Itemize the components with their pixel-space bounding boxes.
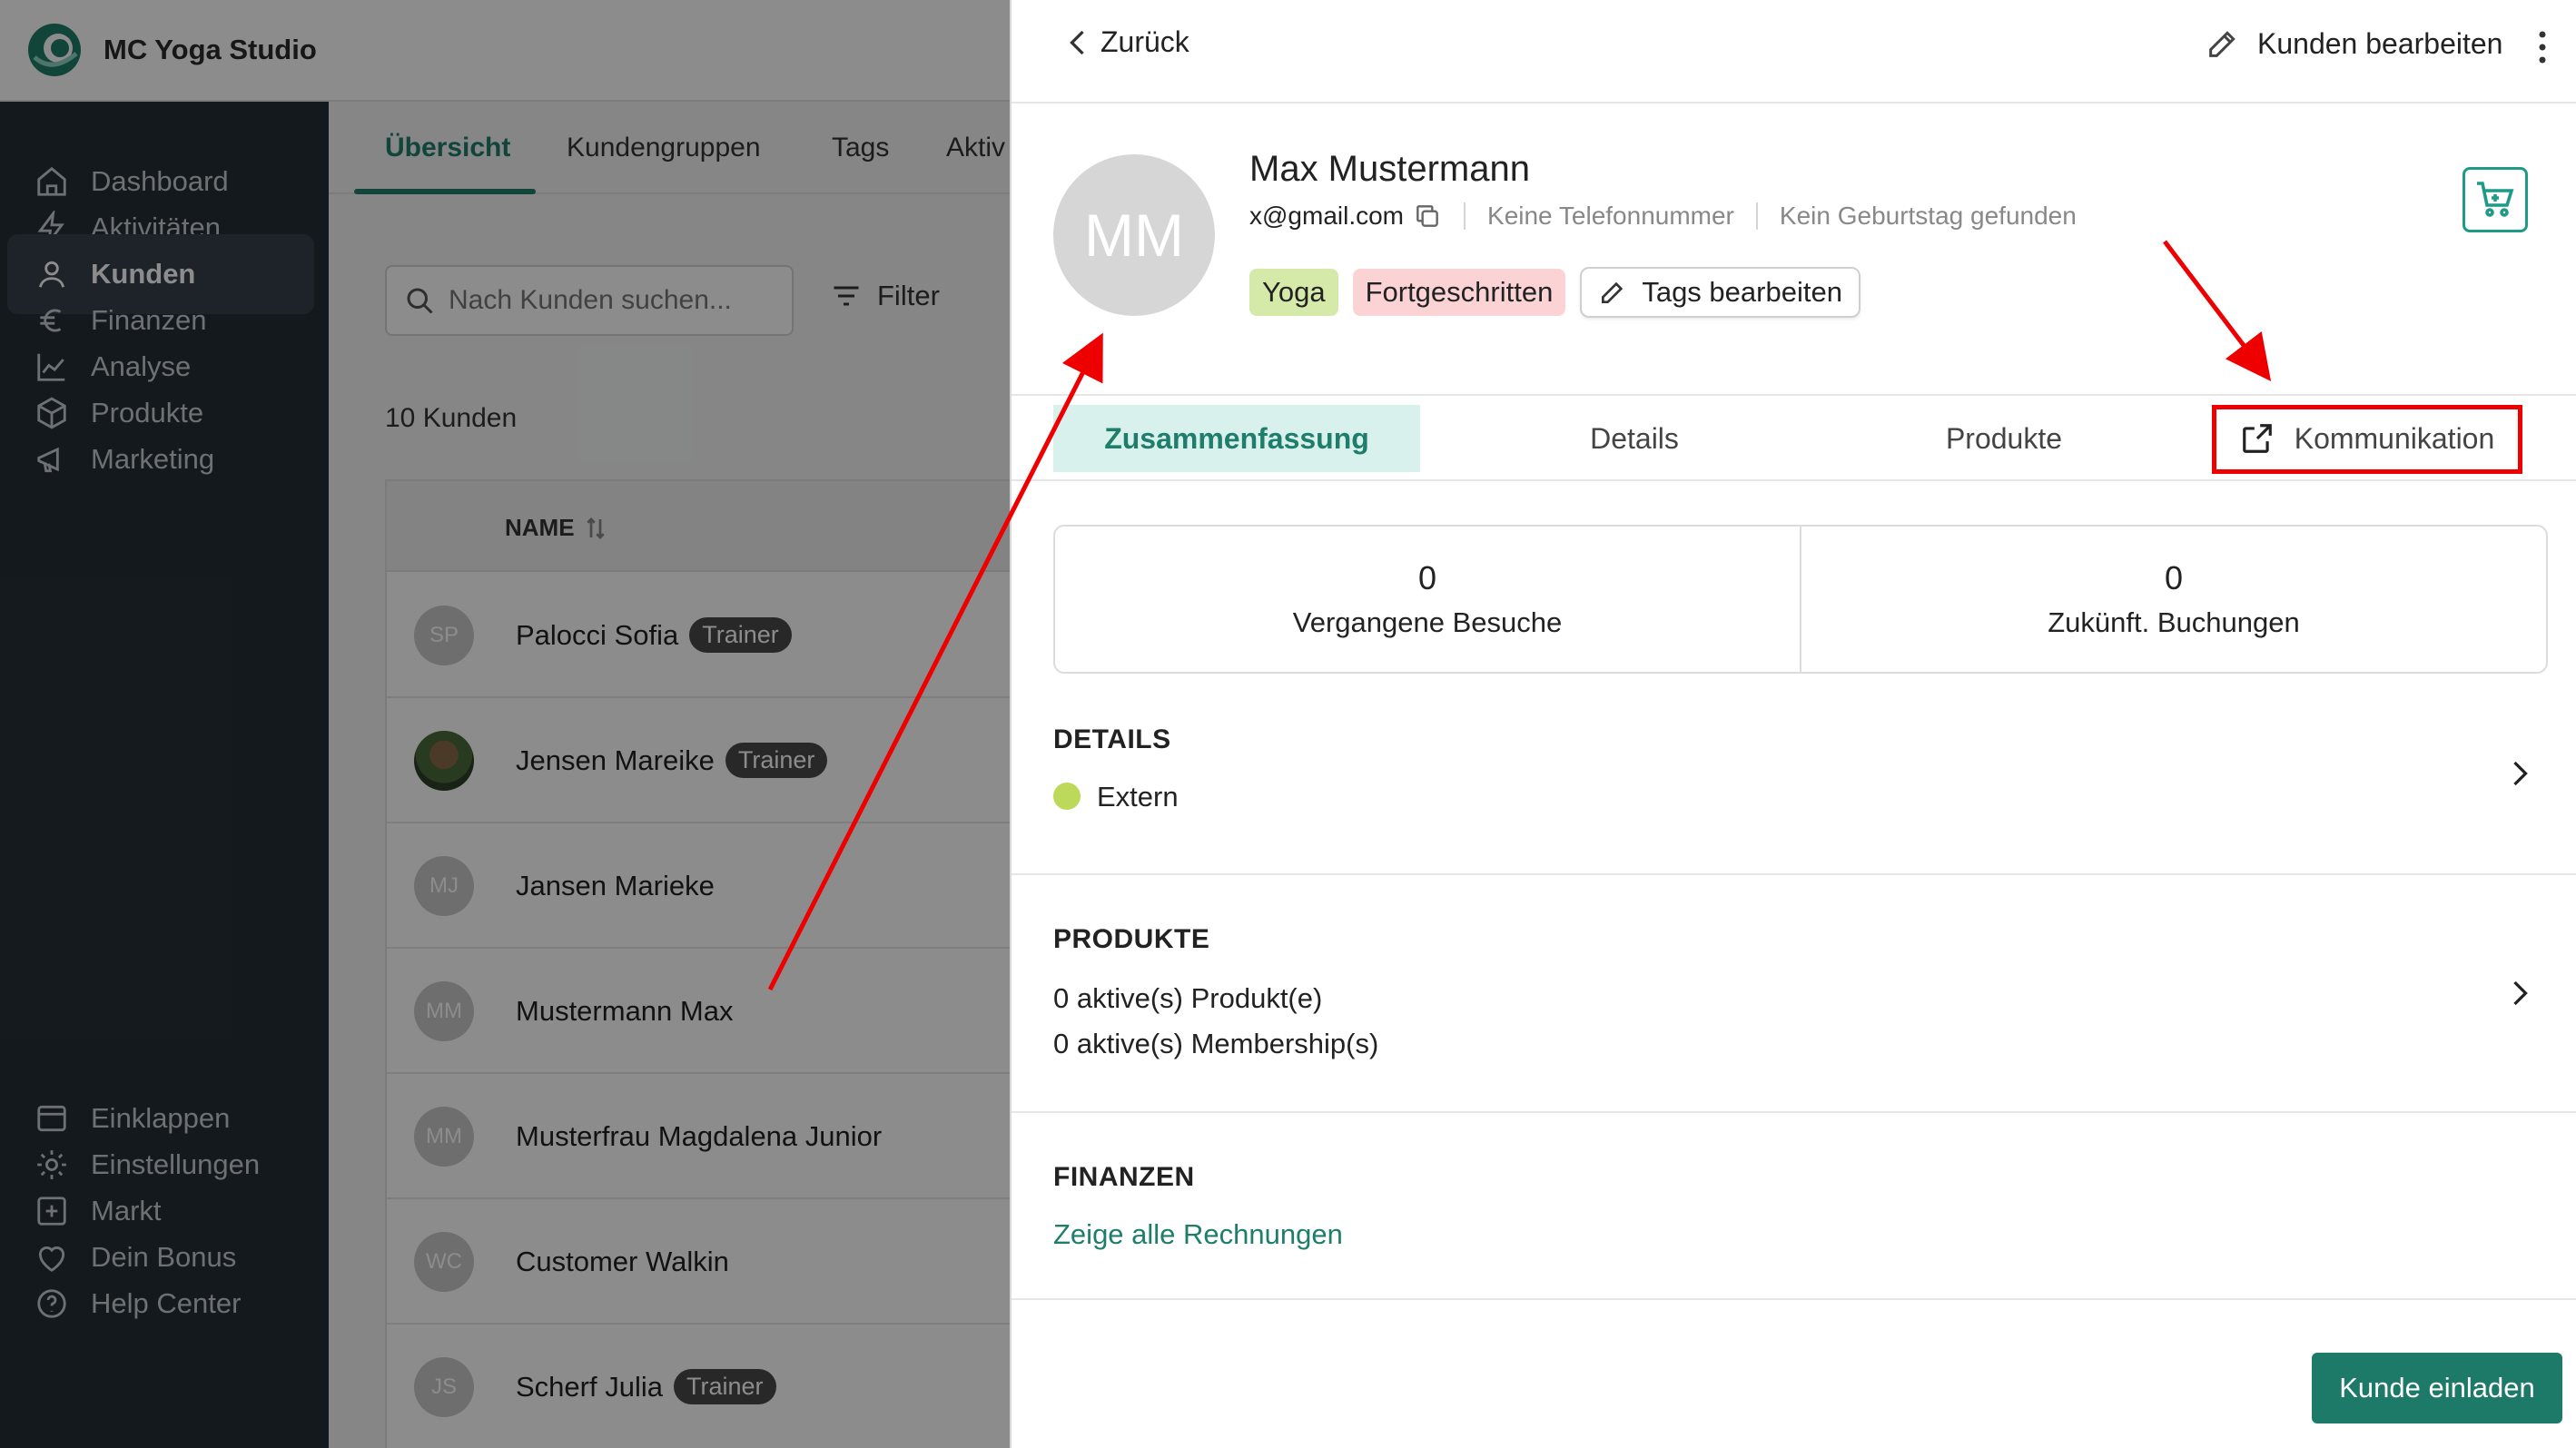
finance-section: FINANZEN Zeige alle Rechnungen [1012,1113,2576,1300]
status-label: Extern [1097,781,1179,813]
back-label: Zurück [1100,25,1189,58]
tag-fortgeschritten: Fortgeschritten [1352,269,1566,316]
meta-divider [1464,202,1466,230]
edit-tags-button[interactable]: Tags bearbeiten [1580,267,1860,318]
stat-value: 0 [2164,559,2184,596]
tab-details[interactable]: Details [1525,405,1743,472]
chevron-right-icon[interactable] [2502,757,2535,790]
stat-label: Zukünft. Buchungen [2048,606,2300,638]
stat-value: 0 [1417,559,1437,596]
cart-icon [2477,182,2514,217]
memberships-count: 0 aktive(s) Membership(s) [1053,1028,1379,1059]
details-section[interactable]: DETAILS Extern [1012,674,2576,875]
invite-customer-button[interactable]: Kunde einladen [2312,1353,2562,1423]
app-background: MC Yoga Studio Dashboard Aktivitäten Kun… [0,0,1021,1448]
status-dot [1053,782,1081,810]
tab-zusammenfassung[interactable]: Zusammenfassung [1053,405,1420,472]
stat-label: Vergangene Besuche [1292,606,1563,638]
customer-name-title: Max Mustermann [1249,149,1530,189]
pencil-icon [2209,31,2235,57]
more-options-icon[interactable] [2533,29,2551,65]
visit-stats: 0 Vergangene Besuche 0 Zukünft. Buchunge… [1053,525,2548,674]
annotation-highlight-box [2212,405,2522,474]
modal-backdrop[interactable] [0,0,1010,1448]
meta-divider [1755,202,1758,230]
stat-past-visits: 0 Vergangene Besuche [1055,527,1800,672]
drawer-header: Zurück Kunden bearbeiten [1012,0,2576,103]
chevron-left-icon [1070,30,1084,54]
pencil-icon [1602,281,1624,303]
customer-phone: Keine Telefonnummer [1487,202,1734,230]
tag-yoga: Yoga [1249,269,1338,316]
back-button[interactable]: Zurück [1062,25,1189,59]
edit-tags-label: Tags bearbeiten [1642,276,1842,308]
edit-customer-label: Kunden bearbeiten [2257,26,2503,60]
products-count: 0 aktive(s) Produkt(e) [1053,982,1323,1014]
finance-title: FINANZEN [1053,1162,1195,1192]
edit-customer-button[interactable]: Kunden bearbeiten [2205,25,2502,62]
customer-detail-drawer: Zurück Kunden bearbeiten MM Max Musterma… [1010,0,2576,1448]
customer-meta: x@gmail.com Keine Telefonnummer Kein Geb… [1249,202,2077,231]
tab-produkte[interactable]: Produkte [1881,405,2127,472]
copy-icon[interactable] [1413,202,1442,231]
details-title: DETAILS [1053,724,1171,754]
chevron-right-icon[interactable] [2502,977,2535,1010]
stat-future-bookings: 0 Zukünft. Buchungen [1800,527,2546,672]
cart-button[interactable] [2462,167,2528,232]
customer-birthday: Kein Geburtstag gefunden [1779,202,2077,230]
show-invoices-link[interactable]: Zeige alle Rechnungen [1053,1218,1343,1251]
products-section[interactable]: PRODUKTE 0 aktive(s) Produkt(e) 0 aktive… [1012,875,2576,1113]
products-title: PRODUKTE [1053,924,1210,954]
customer-email: x@gmail.com [1249,202,1405,230]
customer-avatar: MM [1053,154,1215,316]
customer-tags: Yoga Fortgeschritten Tags bearbeiten [1249,267,1860,318]
details-status: Extern [1053,781,1179,813]
